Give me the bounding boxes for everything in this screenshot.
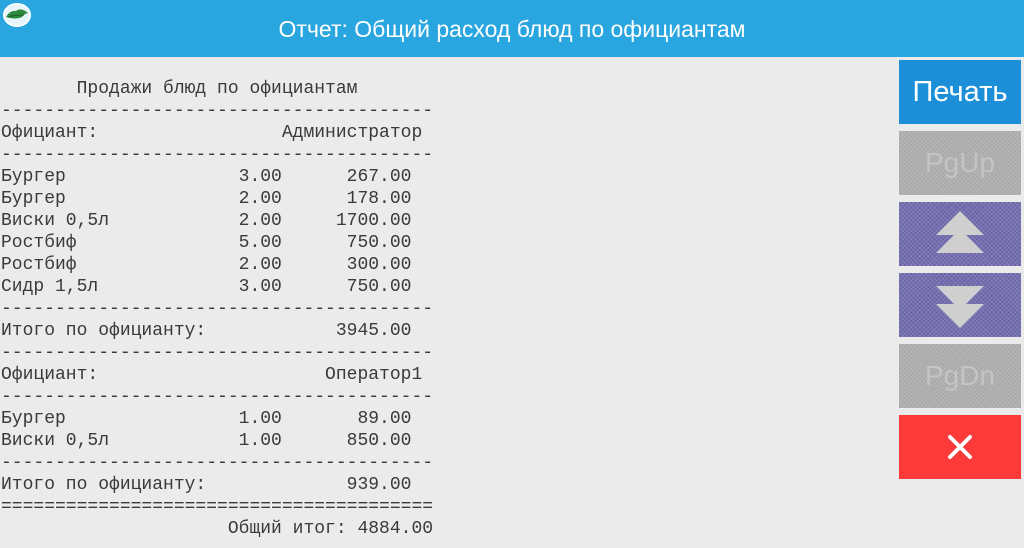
page-down-button[interactable]: PgDn [899, 344, 1021, 408]
scroll-up-button[interactable] [899, 202, 1021, 266]
close-button[interactable] [899, 415, 1021, 479]
scroll-down-button[interactable] [899, 273, 1021, 337]
waiter-total-row: Итого по официанту: 939.00 [1, 475, 412, 495]
window-title: Отчет: Общий расход блюд по официантам [278, 16, 746, 42]
separator-line: ---------------------------------------- [1, 101, 434, 121]
dish-row: Ростбиф 5.00 750.00 [1, 233, 412, 253]
dish-row: Виски 0,5л 1.00 850.00 [1, 431, 412, 451]
dish-row: Виски 0,5л 2.00 1700.00 [1, 211, 412, 231]
title-bar: Отчет: Общий расход блюд по официантам [0, 0, 1024, 57]
arrow-up-icon [936, 211, 984, 253]
grand-total-row: Общий итог: 4884.00 [1, 519, 434, 539]
page-up-button[interactable]: PgUp [899, 131, 1021, 195]
dish-row: Бургер 2.00 178.00 [1, 189, 412, 209]
report-heading: Продажи блюд по официантам [1, 79, 358, 99]
separator-line: ---------------------------------------- [1, 453, 434, 473]
arrow-down-icon [936, 286, 984, 328]
separator-line: ---------------------------------------- [1, 387, 434, 407]
dish-row: Бургер 3.00 267.00 [1, 167, 412, 187]
separator-line: ---------------------------------------- [1, 299, 434, 319]
waiter-row: Официант: Администратор [1, 123, 423, 143]
double-separator-line: ======================================== [1, 497, 434, 517]
dish-row: Бургер 1.00 89.00 [1, 409, 412, 429]
separator-line: ---------------------------------------- [1, 145, 434, 165]
close-icon [948, 435, 972, 459]
report-text: Продажи блюд по официантам -------------… [0, 57, 892, 548]
waiter-total-row: Итого по официанту: 3945.00 [1, 321, 412, 341]
separator-line: ---------------------------------------- [1, 343, 434, 363]
dish-row: Ростбиф 2.00 300.00 [1, 255, 412, 275]
dish-row: Сидр 1,5л 3.00 750.00 [1, 277, 412, 297]
print-button[interactable]: Печать [899, 60, 1021, 124]
waiter-row: Официант: Оператор1 [1, 365, 423, 385]
